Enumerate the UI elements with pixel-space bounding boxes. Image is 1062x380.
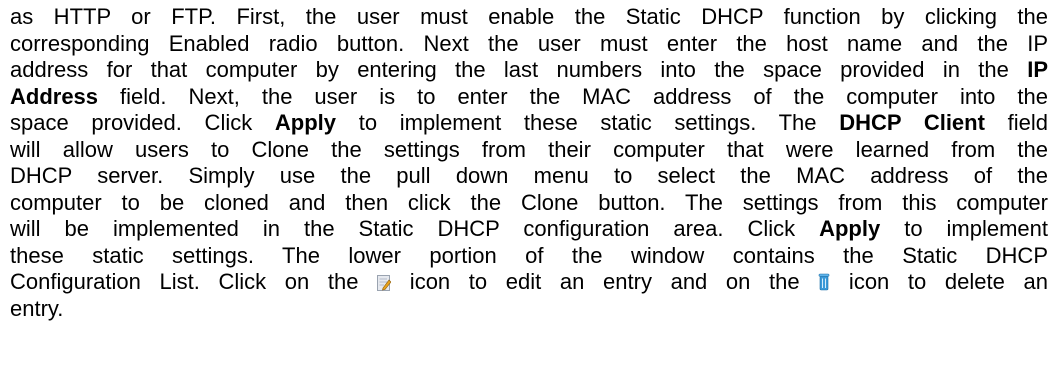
line-7-text: DHCP server. Simply use the pull down me… <box>10 163 1048 188</box>
apply-bold-label: Apply <box>274 110 337 135</box>
line-10-text: these static settings. The lower portion… <box>10 242 1048 268</box>
line-5-text-c: to implement these static settings. The <box>336 110 840 135</box>
paragraph-line-6: will allow users to Clone the settings f… <box>10 137 1048 164</box>
paragraph-line-4: Address field. Next, the user is to ente… <box>10 84 1048 111</box>
line-5-text-a: space provided. Click <box>10 110 275 135</box>
document-paragraph: as HTTP or FTP. First, the user must ena… <box>10 4 1048 322</box>
paragraph-line-11: Configuration List. Click on the icon to… <box>10 269 1048 296</box>
paragraph-line-5: space provided. Click Apply to implement… <box>10 110 1048 137</box>
line-12-text: entry. <box>10 295 64 321</box>
paragraph-line-8: computer to be cloned and then click the… <box>10 190 1048 217</box>
line-8-text: computer to be cloned and then click the… <box>10 189 1048 215</box>
paragraph-line-12: entry. <box>10 296 1048 323</box>
dhcp-client-bold-label: DHCP Client <box>839 110 985 135</box>
line-5-text-d: field <box>984 110 1048 135</box>
line-9-text-c: to implement <box>880 216 1048 241</box>
line-11-text-after: icon to delete an <box>830 269 1048 294</box>
ip-bold-label: IP <box>1027 57 1048 82</box>
line-3-text: address for that computer by entering th… <box>10 57 1028 82</box>
paragraph-line-10: these static settings. The lower portion… <box>10 243 1048 270</box>
paragraph-line-9: will be implemented in the Static DHCP c… <box>10 216 1048 243</box>
line-2-text: corresponding Enabled radio button. Next… <box>10 30 1048 56</box>
paragraph-line-1: as HTTP or FTP. First, the user must ena… <box>10 4 1048 31</box>
line-11-text-middle: icon to edit an entry and on the <box>391 269 819 294</box>
line-9-text-a: will be implemented in the Static DHCP c… <box>10 216 820 241</box>
line-6-text: will allow users to Clone the settings f… <box>10 136 1048 162</box>
paragraph-line-2: corresponding Enabled radio button. Next… <box>10 31 1048 58</box>
line-4-text: field. Next, the user is to enter the MA… <box>98 83 1048 109</box>
paragraph-line-7: DHCP server. Simply use the pull down me… <box>10 163 1048 190</box>
apply-bold-label-2: Apply <box>819 216 881 241</box>
trash-icon <box>818 271 830 291</box>
line-11-text-before: Configuration List. Click on the <box>10 269 378 294</box>
line-1-text: as HTTP or FTP. First, the user must ena… <box>10 4 1048 29</box>
edit-icon <box>377 271 392 291</box>
paragraph-line-3: address for that computer by entering th… <box>10 57 1048 84</box>
address-bold-label: Address <box>10 83 99 109</box>
